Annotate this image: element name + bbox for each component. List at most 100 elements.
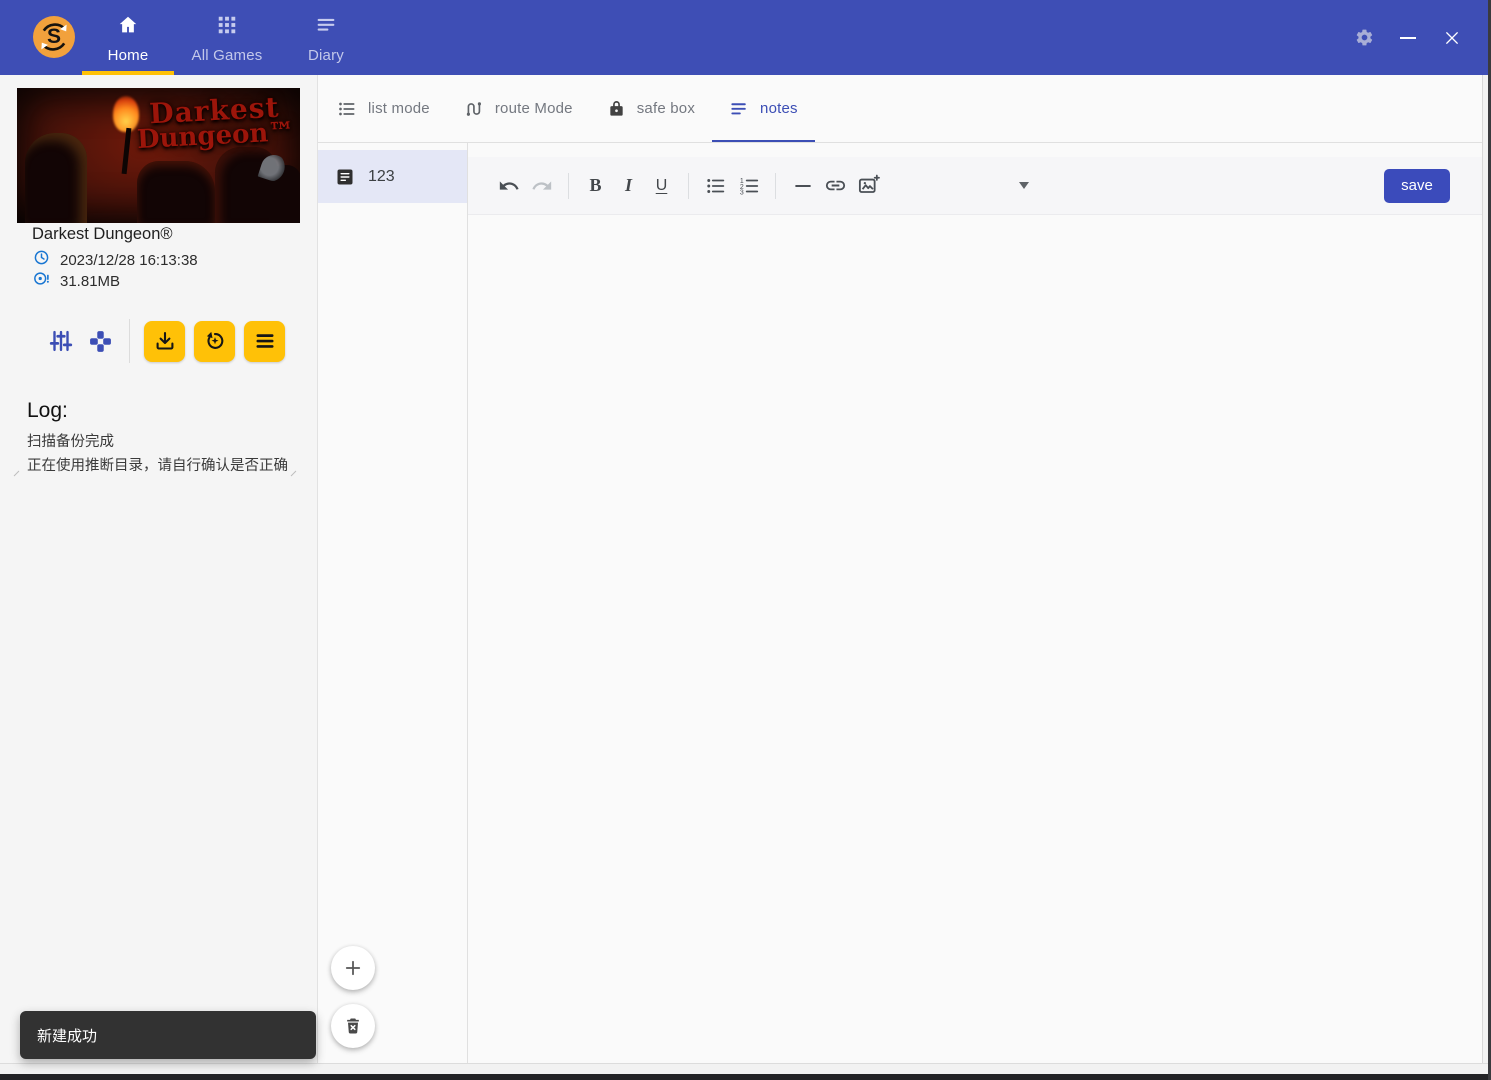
log-line: 正在使用推断目录，请自行确认是否正确 — [27, 456, 291, 476]
tab-route-mode[interactable]: route Mode — [447, 75, 590, 142]
toast-notification: 新建成功 — [20, 1011, 316, 1059]
numbered-list-icon: 123 — [738, 175, 760, 197]
horizontal-rule-icon — [792, 175, 814, 197]
game-actions — [46, 318, 285, 364]
note-item-label: 123 — [368, 168, 395, 186]
backup-size-row: 31.81MB — [33, 270, 120, 292]
tab-notes[interactable]: notes — [712, 75, 815, 142]
log-title: Log: — [27, 399, 291, 423]
window-bottom-edge — [0, 1074, 1491, 1080]
home-icon — [117, 14, 139, 41]
clock-icon — [33, 249, 50, 271]
backup-download-button[interactable] — [144, 321, 185, 362]
diary-notes-icon — [315, 14, 337, 41]
bullet-list-icon — [705, 175, 727, 197]
restore-backup-button[interactable] — [194, 321, 235, 362]
bullet-list-button[interactable] — [702, 172, 730, 200]
actions-divider — [129, 319, 130, 363]
app-logo: S — [33, 16, 75, 58]
log-resize-grip — [291, 471, 297, 477]
tab-safe-box[interactable]: safe box — [590, 75, 712, 142]
backup-size: 31.81MB — [60, 273, 120, 290]
chevron-down-icon — [1019, 182, 1029, 189]
underline-button[interactable]: U — [648, 172, 676, 200]
route-icon — [464, 99, 484, 119]
notes-icon — [729, 99, 749, 119]
tab-route-mode-label: route Mode — [495, 100, 573, 117]
redo-button[interactable] — [528, 172, 556, 200]
restore-sync-icon — [203, 329, 227, 353]
note-editor-content[interactable] — [468, 216, 1482, 1063]
gamepad-icon — [88, 329, 113, 354]
minimize-button[interactable] — [1393, 23, 1423, 53]
nav-tab-diary[interactable]: Diary — [280, 0, 372, 75]
editor-toolbar: B I U 123 — [468, 157, 1482, 215]
lock-icon — [607, 99, 626, 118]
log-resize-grip — [14, 471, 20, 477]
gamepad-button[interactable] — [85, 326, 115, 356]
tab-safe-box-label: safe box — [637, 100, 695, 117]
nav-tab-diary-label: Diary — [308, 47, 344, 64]
more-menu-button[interactable] — [244, 321, 285, 362]
tab-notes-label: notes — [760, 100, 798, 117]
tab-list-mode-label: list mode — [368, 100, 430, 117]
disc-usage-alert-icon — [33, 270, 50, 292]
game-cover: Darkest Dungeon™ — [17, 88, 300, 223]
main-nav: Home All Games Diary — [82, 0, 372, 75]
note-editor-panel: B I U 123 — [468, 143, 1482, 1063]
undo-button[interactable] — [495, 172, 523, 200]
nav-tab-all-games[interactable]: All Games — [181, 0, 273, 75]
bold-button[interactable]: B — [582, 172, 610, 200]
svg-text:3: 3 — [739, 189, 743, 196]
app-logo-letter: S — [47, 25, 61, 49]
tune-settings-button[interactable] — [46, 326, 76, 356]
save-button[interactable]: save — [1384, 169, 1450, 203]
notes-view: 123 — [318, 143, 1482, 1063]
titlebar: S Home All Games — [0, 0, 1491, 75]
log-output: Log: 扫描备份完成 正在使用推断目录，请自行确认是否正确 — [27, 399, 291, 476]
download-icon — [153, 329, 177, 353]
redo-icon — [531, 175, 553, 197]
close-button[interactable] — [1437, 23, 1467, 53]
close-icon — [1443, 29, 1461, 47]
link-icon — [824, 174, 847, 197]
log-line: 扫描备份完成 — [27, 432, 291, 452]
game-title: Darkest Dungeon® — [32, 225, 173, 244]
image-add-icon — [857, 174, 880, 197]
tab-list-mode[interactable]: list mode — [320, 75, 447, 142]
settings-gear-icon[interactable] — [1349, 23, 1379, 53]
add-note-button[interactable] — [331, 946, 375, 990]
insert-link-button[interactable] — [822, 172, 850, 200]
trash-x-icon — [343, 1016, 363, 1036]
mode-tabbar: list mode route Mode safe box notes — [318, 75, 1482, 143]
nav-tab-all-games-label: All Games — [192, 47, 263, 64]
tune-icon — [48, 328, 74, 354]
toolbar-divider — [688, 173, 689, 199]
format-dropdown[interactable] — [1010, 172, 1038, 200]
undo-icon — [498, 175, 520, 197]
toolbar-divider — [568, 173, 569, 199]
window-controls — [1349, 0, 1467, 75]
nav-tab-home-label: Home — [108, 47, 149, 64]
main-content: list mode route Mode safe box notes — [318, 75, 1483, 1063]
backup-time-row: 2023/12/28 16:13:38 — [33, 249, 198, 271]
minimize-icon — [1400, 37, 1416, 39]
nav-tab-home[interactable]: Home — [82, 0, 174, 75]
notes-list-panel: 123 — [318, 143, 468, 1063]
list-icon — [337, 99, 357, 119]
italic-button[interactable]: I — [615, 172, 643, 200]
horizontal-rule-button[interactable] — [789, 172, 817, 200]
numbered-list-button[interactable]: 123 — [735, 172, 763, 200]
note-list-item[interactable]: 123 — [318, 150, 467, 203]
game-sidebar: Darkest Dungeon™ Darkest Dungeon® 2023/1… — [0, 75, 318, 1063]
apps-grid-icon — [216, 14, 238, 41]
toolbar-divider — [775, 173, 776, 199]
toast-message: 新建成功 — [37, 1025, 97, 1046]
backup-time: 2023/12/28 16:13:38 — [60, 252, 198, 269]
cover-title: Darkest Dungeon™ — [135, 93, 296, 153]
delete-note-button[interactable] — [331, 1004, 375, 1048]
hamburger-menu-icon — [253, 329, 277, 353]
plus-icon — [343, 958, 363, 978]
insert-image-button[interactable] — [855, 172, 883, 200]
app-window: S Home All Games — [0, 0, 1491, 1080]
